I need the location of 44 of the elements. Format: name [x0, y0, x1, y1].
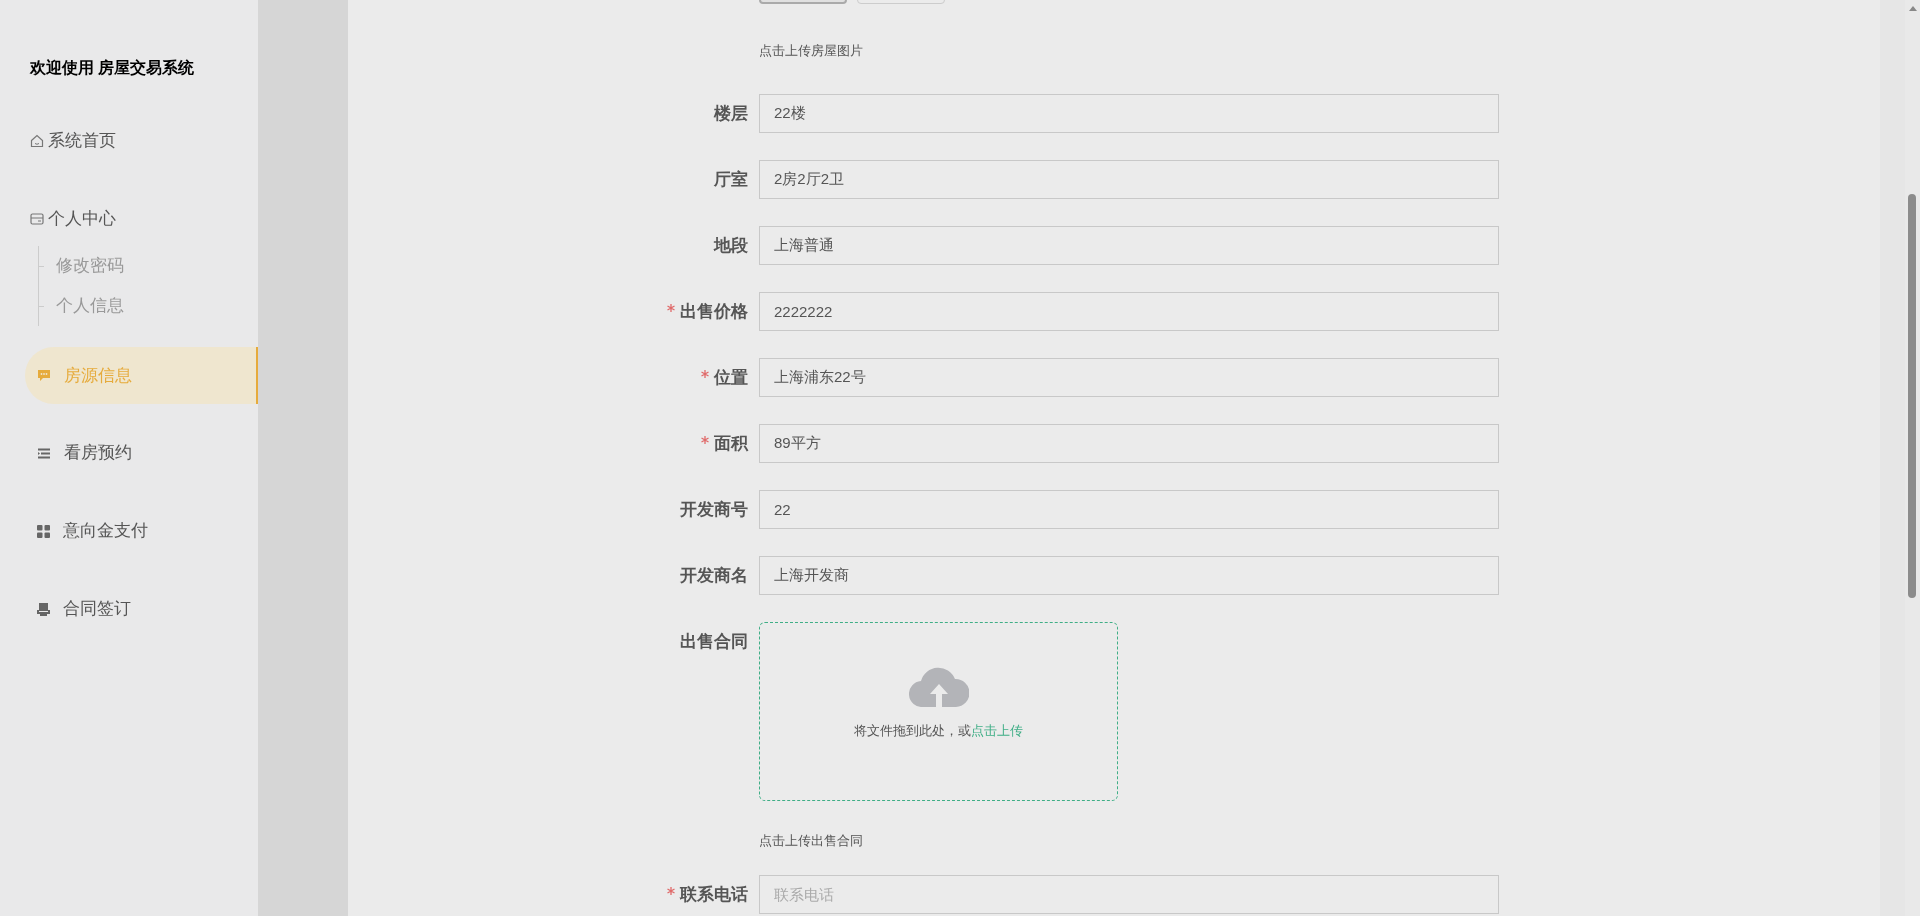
text-field[interactable]: 上海开发商: [759, 556, 1499, 595]
printer-icon: [37, 602, 50, 616]
text-field[interactable]: 上海普通: [759, 226, 1499, 265]
menu-label: 看房预约: [64, 442, 132, 465]
menu-label: 意向金支付: [63, 520, 148, 543]
text-field[interactable]: 联系电话: [759, 875, 1499, 914]
cloud-upload-icon: [908, 665, 969, 707]
text-field[interactable]: 上海浦东22号: [759, 358, 1499, 397]
field-label: 厅室: [714, 168, 748, 191]
text-field[interactable]: 22楼: [759, 94, 1499, 133]
menu-item[interactable]: 个人中心: [0, 201, 258, 237]
menu-label: 合同签订: [63, 598, 131, 621]
menu-label: 系统首页: [48, 130, 116, 153]
field-label: 出售价格: [680, 300, 748, 323]
grid-icon: [37, 524, 50, 538]
text-field[interactable]: 2房2厅2卫: [759, 160, 1499, 199]
field-label: 地段: [714, 234, 748, 257]
home-icon: [30, 134, 44, 148]
field-label: 面积: [714, 432, 748, 455]
menu-item[interactable]: 意向金支付: [0, 513, 258, 549]
menu-label: 房源信息: [64, 364, 132, 387]
text-field[interactable]: 2222222: [759, 292, 1499, 331]
field-label: 联系电话: [680, 883, 748, 906]
field-label: 楼层: [714, 102, 748, 125]
menu-item[interactable]: 系统首页: [0, 123, 258, 159]
text-field[interactable]: 22: [759, 490, 1499, 529]
menu-label: 个人中心: [48, 208, 116, 231]
drop-text: 将文件拖到此处，或: [854, 723, 971, 738]
menu-item[interactable]: 合同签订: [0, 591, 258, 627]
list-icon: [37, 447, 51, 459]
upload-dropzone[interactable]: 将文件拖到此处，或点击上传: [759, 622, 1118, 801]
scrollbar-thumb[interactable]: [1908, 194, 1916, 598]
field-label: 位置: [714, 366, 748, 389]
text-field[interactable]: 89平方: [759, 424, 1499, 463]
field-label: 开发商号: [680, 498, 748, 521]
field-label: 出售合同: [680, 630, 748, 653]
menu-item[interactable]: 看房预约: [0, 435, 258, 471]
upload-hint: 点击上传出售合同: [759, 832, 864, 850]
field-label: 开发商名: [680, 564, 748, 587]
card-icon: [30, 212, 44, 226]
chat-icon: [37, 369, 51, 382]
app-title: 欢迎使用 房屋交易系统: [29, 58, 196, 78]
upload-hint: 点击上传房屋图片: [759, 42, 864, 60]
scroll-up-icon[interactable]: [1909, 6, 1917, 11]
